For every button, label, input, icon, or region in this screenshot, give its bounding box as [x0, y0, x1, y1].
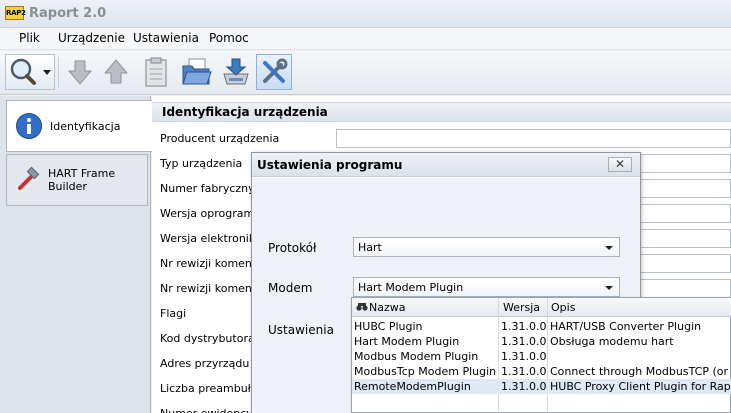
- protokol-label: Protokół: [268, 241, 317, 255]
- search-dropdown-button[interactable]: [5, 54, 55, 90]
- hammer-icon: [14, 165, 42, 195]
- dialog-title-bar: Ustawienia programu ✕: [252, 153, 640, 177]
- table-row[interactable]: Hart Modem Plugin 1.31.0.0 Obsługa modemu …: [352, 334, 731, 349]
- cell-version: 1.31.0.0: [501, 365, 547, 378]
- cell-name: HUBC Plugin: [354, 320, 423, 333]
- app-icon: RAP2: [5, 6, 26, 20]
- column-header-nazwa[interactable]: Nazwa: [369, 301, 405, 314]
- disk-save-icon: [223, 58, 249, 85]
- menu-ustawienia[interactable]: Ustawienia: [133, 31, 199, 45]
- cell-desc: HART/USB Converter Plugin: [550, 320, 702, 333]
- window-title: Raport 2.0: [29, 6, 107, 21]
- chevron-down-icon: [43, 70, 51, 75]
- modem-plugin-list: Nazwa Wersja Opis HUBC Plugin 1.31.0.0 HAR…: [351, 297, 731, 413]
- cell-desc: Obsługa modemu hart: [550, 335, 674, 348]
- menu-bar: Plik Urządzenie Ustawienia Pomoc: [0, 28, 731, 50]
- title-bar: RAP2 Raport 2.0: [0, 0, 731, 28]
- protokol-select[interactable]: Hart: [353, 237, 620, 257]
- menu-plik[interactable]: Plik: [19, 31, 40, 45]
- sidebar: Identyfikacja HART Frame Builder: [0, 96, 152, 413]
- sidebar-item-hart-frame-builder[interactable]: HART Frame Builder: [6, 154, 148, 206]
- clipboard-button[interactable]: [138, 54, 174, 90]
- modem-select[interactable]: Hart Modem Plugin: [353, 277, 620, 297]
- column-header-opis[interactable]: Opis: [551, 301, 575, 314]
- sidebar-item-label: Identyfikacja: [50, 119, 121, 133]
- cell-version: 1.31.0.0: [501, 350, 547, 363]
- table-row[interactable]: RemoteModemPlugin 1.31.0.0 HUBC Proxy Clie…: [352, 379, 731, 394]
- cell-name: Hart Modem Plugin: [354, 335, 460, 348]
- magnifier-icon: [10, 58, 51, 85]
- open-folder-button[interactable]: [178, 54, 214, 90]
- cell-desc: Connect through ModbusTCP (or RTU: [550, 365, 731, 378]
- settings-tools-button[interactable]: [256, 54, 292, 90]
- column-header-wersja[interactable]: Wersja: [503, 301, 540, 314]
- table-row[interactable]: HUBC Plugin 1.31.0.0 HART/USB Converter Pl…: [352, 319, 731, 334]
- toolbar-separator: [58, 57, 59, 87]
- section-title: Identyfikacja urządzenia: [162, 105, 328, 119]
- sidebar-item-label: HART Frame Builder: [48, 167, 116, 193]
- arrow-up-icon: [103, 59, 129, 84]
- menu-urzadzenie[interactable]: Urządzenie: [58, 31, 125, 45]
- cell-name: RemoteModemPlugin: [354, 380, 471, 393]
- protokol-value: Hart: [358, 241, 382, 254]
- binoculars-icon: [356, 303, 368, 311]
- cell-name: ModbusTcp Modem Plugin: [354, 365, 497, 378]
- info-icon: [14, 111, 44, 141]
- upload-button[interactable]: [98, 54, 134, 90]
- dialog-title: Ustawienia programu: [257, 158, 403, 172]
- sidebar-item-identyfikacja[interactable]: Identyfikacja: [6, 100, 152, 152]
- modem-label: Modem: [268, 281, 313, 295]
- cell-name: Modbus Modem Plugin: [354, 350, 479, 363]
- field-value-box[interactable]: [336, 129, 731, 148]
- field-label: Producent urządzenia: [160, 132, 280, 145]
- chevron-down-icon: [605, 286, 613, 290]
- toolbar: [0, 51, 731, 95]
- cell-version: 1.31.0.0: [501, 335, 547, 348]
- table-row[interactable]: ModbusTcp Modem Plugin 1.31.0.0 Connect th…: [352, 364, 731, 379]
- table-row[interactable]: Modbus Modem Plugin 1.31.0.0: [352, 349, 731, 364]
- chevron-down-icon: [605, 246, 613, 250]
- section-header: Identyfikacja urządzenia: [152, 102, 731, 122]
- ustawienia-label: Ustawienia: [268, 323, 334, 337]
- cell-desc: HUBC Proxy Client Plugin for Raport2: [550, 380, 731, 393]
- cell-version: 1.31.0.0: [501, 380, 547, 393]
- tools-icon: [263, 58, 288, 83]
- save-disk-button[interactable]: [218, 54, 254, 90]
- table-header: Nazwa Wersja Opis: [352, 298, 731, 317]
- close-button[interactable]: ✕: [608, 157, 632, 172]
- cell-version: 1.31.0.0: [501, 320, 547, 333]
- modem-value: Hart Modem Plugin: [358, 281, 464, 294]
- arrow-down-icon: [67, 60, 93, 85]
- download-button[interactable]: [62, 54, 98, 90]
- folder-open-icon: [182, 58, 212, 85]
- clipboard-icon: [145, 57, 167, 87]
- menu-pomoc[interactable]: Pomoc: [209, 31, 249, 45]
